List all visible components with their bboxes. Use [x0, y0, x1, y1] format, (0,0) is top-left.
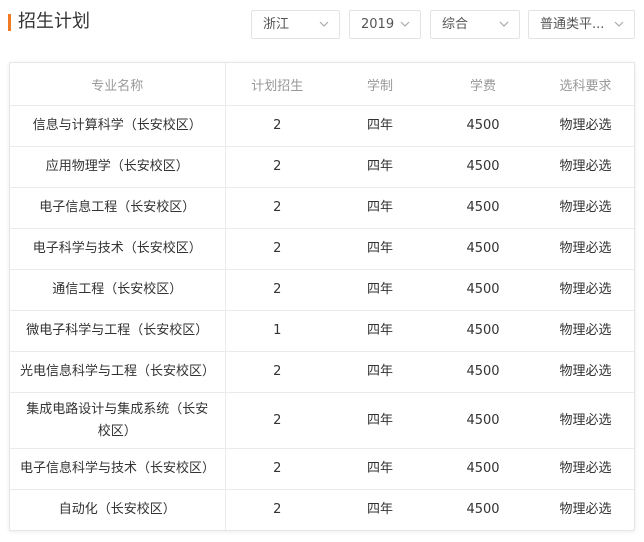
province-select[interactable]: 浙江: [251, 10, 340, 39]
table-row: 集成电路设计与集成系统（长安校区） 2 四年 4500 物理必选: [10, 392, 634, 449]
column-header-requirement: 选科要求: [535, 63, 634, 106]
fee-cell: 4500: [431, 269, 535, 311]
requirement-cell: 物理必选: [535, 187, 634, 229]
major-cell: 通信工程（长安校区）: [10, 269, 226, 311]
column-header-major: 专业名称: [10, 63, 226, 106]
table-row: 应用物理学（长安校区） 2 四年 4500 物理必选: [10, 146, 634, 188]
major-cell: 集成电路设计与集成系统（长安校区）: [10, 392, 226, 449]
fee-cell: 4500: [431, 105, 535, 147]
column-header-duration: 学制: [329, 63, 431, 106]
year-select[interactable]: 2019: [349, 10, 421, 39]
plan-cell: 2: [225, 105, 329, 147]
chevron-down-icon: [499, 21, 509, 27]
table-header-row: 专业名称 计划招生 学制 学费 选科要求: [10, 63, 634, 106]
requirement-cell: 物理必选: [535, 448, 634, 490]
duration-cell: 四年: [329, 146, 431, 188]
column-header-fee: 学费: [431, 63, 535, 106]
fee-cell: 4500: [431, 392, 535, 449]
fee-cell: 4500: [431, 187, 535, 229]
requirement-cell: 物理必选: [535, 392, 634, 449]
batch-select-value: 普通类平...: [540, 17, 605, 32]
duration-cell: 四年: [329, 187, 431, 229]
province-select-value: 浙江: [263, 17, 290, 32]
fee-cell: 4500: [431, 310, 535, 352]
plan-cell: 2: [225, 448, 329, 490]
major-cell: 光电信息科学与工程（长安校区）: [10, 351, 226, 393]
requirement-cell: 物理必选: [535, 351, 634, 393]
major-cell: 微电子科学与工程（长安校区）: [10, 310, 226, 352]
table-row: 光电信息科学与工程（长安校区） 2 四年 4500 物理必选: [10, 351, 634, 393]
requirement-cell: 物理必选: [535, 269, 634, 311]
requirement-cell: 物理必选: [559, 502, 612, 518]
column-header-plan: 计划招生: [225, 63, 329, 106]
plan-cell: 2: [225, 228, 329, 270]
batch-select[interactable]: 普通类平...: [528, 10, 635, 39]
category-select-value: 综合: [442, 17, 469, 32]
enrollment-plan-table: 专业名称 计划招生 学制 学费 选科要求 信息与计算科学（长安校区） 2 四年 450…: [9, 62, 635, 531]
duration-cell: 四年: [366, 502, 393, 518]
duration-cell: 四年: [329, 351, 431, 393]
fee-cell: 4500: [431, 351, 535, 393]
duration-cell: 四年: [329, 392, 431, 449]
duration-cell: 四年: [329, 448, 431, 490]
plan-cell: 2: [225, 146, 329, 188]
requirement-cell: 物理必选: [535, 146, 634, 188]
duration-cell: 四年: [329, 105, 431, 147]
fee-cell: 4500: [466, 502, 500, 518]
chevron-down-icon: [319, 21, 329, 27]
requirement-cell: 物理必选: [535, 228, 634, 270]
plan-cell: 2: [225, 351, 329, 393]
duration-cell: 四年: [329, 228, 431, 270]
duration-cell: 四年: [329, 269, 431, 311]
plan-cell: 2: [225, 187, 329, 229]
major-cell: 电子信息科学与技术（长安校区）: [10, 448, 226, 490]
page-title: 招生计划: [18, 11, 90, 32]
fee-cell: 4500: [431, 448, 535, 490]
table-row: 电子科学与技术（长安校区） 2 四年 4500 物理必选: [10, 228, 634, 270]
major-cell: 电子信息工程（长安校区）: [10, 187, 226, 229]
duration-cell: 四年: [329, 310, 431, 352]
major-cell: 自动化（长安校区）: [10, 489, 226, 530]
fee-cell: 4500: [431, 228, 535, 270]
table-row: 通信工程（长安校区） 2 四年 4500 物理必选: [10, 269, 634, 311]
table-row: 微电子科学与工程（长安校区） 1 四年 4500 物理必选: [10, 310, 634, 352]
major-cell: 信息与计算科学（长安校区）: [10, 105, 226, 147]
major-cell: 应用物理学（长安校区）: [10, 146, 226, 188]
chevron-down-icon: [400, 21, 410, 27]
requirement-cell: 物理必选: [535, 310, 634, 352]
year-select-value: 2019: [361, 17, 395, 32]
page-header: 招生计划 浙江 2019 综合 普通类平...: [0, 0, 644, 52]
plan-cell: 2: [225, 392, 329, 449]
plan-cell: 2: [273, 502, 282, 518]
table-row: 自动化（长安校区） 2 四年 4500 物理必选: [10, 489, 634, 530]
plan-cell: 1: [225, 310, 329, 352]
chevron-down-icon: [614, 21, 624, 27]
fee-cell: 4500: [431, 146, 535, 188]
major-cell: 电子科学与技术（长安校区）: [10, 228, 226, 270]
table-row: 电子信息科学与技术（长安校区） 2 四年 4500 物理必选: [10, 448, 634, 490]
table-row: 信息与计算科学（长安校区） 2 四年 4500 物理必选: [10, 105, 634, 147]
plan-cell: 2: [225, 269, 329, 311]
table-row: 电子信息工程（长安校区） 2 四年 4500 物理必选: [10, 187, 634, 229]
requirement-cell: 物理必选: [535, 105, 634, 147]
category-select[interactable]: 综合: [430, 10, 520, 39]
title-accent-bar: [8, 14, 11, 31]
